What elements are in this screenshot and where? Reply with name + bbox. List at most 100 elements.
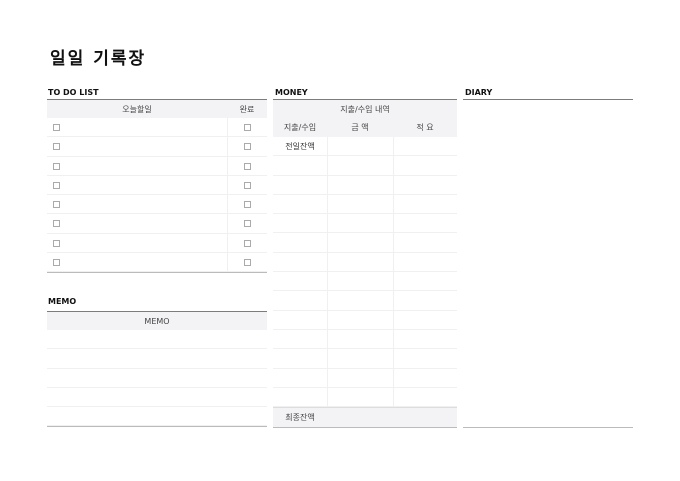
column-divider bbox=[227, 137, 228, 156]
col-note: 적 요 bbox=[416, 123, 434, 132]
column-divider bbox=[393, 329, 394, 349]
money-group-header: 지출/수입 내역 bbox=[273, 100, 457, 118]
money-row[interactable] bbox=[273, 175, 457, 195]
done-checkbox[interactable] bbox=[244, 259, 251, 267]
money-row[interactable] bbox=[273, 368, 457, 388]
previous-balance-label: 전일잔액 bbox=[285, 142, 315, 151]
diary-bottom-border bbox=[463, 427, 633, 428]
money-row[interactable]: 전일잔액 bbox=[273, 137, 457, 157]
column-divider bbox=[327, 349, 328, 368]
money-table: 지출/수입 내역 지출/수입 금 액 적 요 전일잔액 최종잔액 bbox=[273, 100, 457, 429]
done-checkbox[interactable] bbox=[244, 220, 251, 228]
money-row[interactable] bbox=[273, 387, 457, 408]
col-done: 완료 bbox=[239, 105, 255, 114]
money-row[interactable] bbox=[273, 310, 457, 330]
memo-row[interactable] bbox=[47, 330, 267, 350]
todo-row bbox=[47, 118, 267, 138]
column-divider bbox=[227, 253, 228, 272]
done-checkbox[interactable] bbox=[244, 143, 251, 151]
memo-row[interactable] bbox=[47, 407, 267, 427]
column-divider bbox=[393, 156, 394, 175]
todo-table: 오늘할일 완료 bbox=[47, 100, 267, 274]
column-divider bbox=[393, 233, 394, 252]
column-divider bbox=[327, 291, 328, 310]
memo-header: MEMO bbox=[47, 312, 267, 330]
final-balance-label: 최종잔액 bbox=[285, 413, 315, 423]
col-type: 지출/수입 bbox=[283, 123, 317, 132]
column-divider bbox=[327, 272, 328, 291]
diary-heading: DIARY bbox=[465, 88, 493, 97]
todo-bottom-border bbox=[47, 272, 267, 274]
todo-row bbox=[47, 195, 267, 215]
money-bottom-border bbox=[273, 427, 457, 429]
column-divider bbox=[227, 175, 228, 195]
memo-row[interactable] bbox=[47, 388, 267, 408]
column-divider bbox=[327, 156, 328, 175]
done-checkbox[interactable] bbox=[244, 239, 251, 247]
money-row[interactable] bbox=[273, 252, 457, 273]
memo-heading: MEMO bbox=[48, 297, 77, 306]
column-divider bbox=[393, 368, 394, 387]
column-divider bbox=[327, 194, 328, 214]
column-divider bbox=[327, 175, 328, 194]
task-checkbox[interactable] bbox=[53, 239, 60, 247]
column-divider bbox=[327, 137, 328, 156]
memo-bottom-border bbox=[47, 426, 267, 428]
column-divider bbox=[227, 195, 228, 214]
done-checkbox[interactable] bbox=[244, 124, 251, 131]
column-divider bbox=[227, 118, 228, 137]
column-divider bbox=[327, 310, 328, 329]
task-checkbox[interactable] bbox=[53, 220, 60, 228]
task-checkbox[interactable] bbox=[53, 143, 60, 151]
column-divider bbox=[393, 387, 394, 407]
money-row[interactable] bbox=[273, 329, 457, 350]
column-divider bbox=[227, 233, 228, 253]
done-checkbox[interactable] bbox=[244, 201, 251, 209]
task-checkbox[interactable] bbox=[53, 201, 60, 209]
money-col-header: 지출/수입 금 액 적 요 bbox=[273, 118, 457, 137]
column-divider bbox=[393, 194, 394, 214]
column-divider bbox=[393, 272, 394, 291]
done-checkbox[interactable] bbox=[244, 181, 251, 189]
money-row[interactable] bbox=[273, 233, 457, 253]
todo-heading: TO DO LIST bbox=[48, 88, 99, 97]
column-divider bbox=[393, 291, 394, 310]
money-row[interactable] bbox=[273, 349, 457, 369]
task-checkbox[interactable] bbox=[53, 181, 60, 189]
diary-area[interactable] bbox=[463, 100, 633, 427]
column-divider bbox=[227, 156, 228, 175]
money-final-row: 최종잔액 bbox=[273, 407, 457, 428]
column-divider bbox=[327, 252, 328, 272]
todo-row bbox=[47, 253, 267, 273]
money-row[interactable] bbox=[273, 272, 457, 292]
column-divider bbox=[327, 329, 328, 349]
column-divider bbox=[393, 252, 394, 272]
column-divider bbox=[327, 387, 328, 407]
money-heading: MONEY bbox=[275, 88, 308, 97]
column-divider bbox=[327, 214, 328, 233]
money-row[interactable] bbox=[273, 214, 457, 234]
column-divider bbox=[227, 214, 228, 233]
task-checkbox[interactable] bbox=[53, 162, 60, 170]
memo-row[interactable] bbox=[47, 349, 267, 369]
money-row[interactable] bbox=[273, 291, 457, 311]
todo-header: 오늘할일 완료 bbox=[47, 100, 267, 118]
col-amount: 금 액 bbox=[351, 123, 369, 132]
task-checkbox[interactable] bbox=[53, 124, 60, 131]
column-divider bbox=[393, 137, 394, 156]
task-checkbox[interactable] bbox=[53, 259, 60, 267]
money-row[interactable] bbox=[273, 194, 457, 215]
todo-row bbox=[47, 214, 267, 234]
memo-row[interactable] bbox=[47, 369, 267, 388]
money-row[interactable] bbox=[273, 156, 457, 176]
column-divider bbox=[393, 310, 394, 329]
column-divider bbox=[393, 175, 394, 194]
column-divider bbox=[327, 368, 328, 387]
column-divider bbox=[393, 214, 394, 233]
col-task: 오늘할일 bbox=[122, 105, 152, 114]
column-divider bbox=[393, 349, 394, 368]
todo-row bbox=[47, 233, 267, 254]
column-divider bbox=[327, 233, 328, 252]
memo-table: MEMO bbox=[47, 312, 267, 428]
done-checkbox[interactable] bbox=[244, 162, 251, 170]
